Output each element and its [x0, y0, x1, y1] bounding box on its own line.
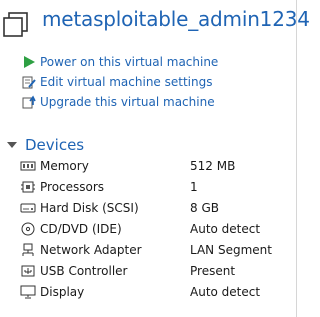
vm-title: metasploitable_admin1234: [42, 7, 310, 31]
device-name: Display: [40, 284, 85, 299]
power-on-label: Power on this virtual machine: [40, 55, 219, 69]
device-name: Processors: [40, 179, 105, 194]
device-value: Present: [190, 263, 236, 278]
play-icon: [24, 56, 35, 68]
device-value: 8 GB: [190, 200, 219, 215]
device-row-cd-dvd[interactable]: CD/DVD (IDE) Auto detect: [20, 218, 296, 239]
device-value: 1: [190, 179, 198, 194]
upgrade-label: Upgrade this virtual machine: [40, 95, 215, 109]
edit-settings-label: Edit virtual machine settings: [40, 75, 213, 89]
power-on-link[interactable]: Power on this virtual machine: [22, 52, 218, 72]
upgrade-link[interactable]: Upgrade this virtual machine: [22, 92, 218, 112]
chevron-down-icon: [7, 142, 17, 148]
devices-heading: Devices: [25, 136, 85, 154]
device-row-display[interactable]: Display Auto detect: [20, 281, 296, 302]
edit-settings-icon: [22, 76, 36, 89]
devices-list: Memory 512 MB Processors 1 Hard Disk (SC…: [20, 155, 296, 302]
memory-icon: [20, 161, 36, 170]
vm-header: metasploitable_admin1234: [0, 0, 310, 44]
device-value: 512 MB: [190, 158, 236, 173]
device-value: Auto detect: [190, 284, 261, 299]
cd-dvd-icon: [21, 222, 35, 235]
device-row-hard-disk[interactable]: Hard Disk (SCSI) 8 GB: [20, 197, 296, 218]
vm-actions: Power on this virtual machine Edit virtu…: [22, 52, 218, 112]
network-adapter-icon: [22, 243, 34, 256]
device-name: USB Controller: [40, 263, 128, 278]
device-value: LAN Segment: [190, 242, 272, 257]
display-icon: [20, 285, 36, 298]
device-row-network-adapter[interactable]: Network Adapter LAN Segment: [20, 239, 296, 260]
processor-icon: [21, 181, 35, 192]
upgrade-icon: [22, 95, 36, 109]
device-row-processors[interactable]: Processors 1: [20, 176, 296, 197]
device-name: Memory: [40, 158, 89, 173]
usb-icon: [21, 265, 35, 276]
device-row-usb[interactable]: USB Controller Present: [20, 260, 296, 281]
device-name: Network Adapter: [40, 242, 142, 257]
device-row-memory[interactable]: Memory 512 MB: [20, 155, 296, 176]
device-name: Hard Disk (SCSI): [40, 200, 139, 215]
hard-disk-icon: [20, 203, 36, 212]
virtual-machine-icon: [3, 12, 28, 37]
device-value: Auto detect: [190, 221, 261, 236]
device-name: CD/DVD (IDE): [40, 221, 122, 236]
devices-section-toggle[interactable]: Devices: [6, 135, 84, 155]
panel-divider: [296, 0, 297, 317]
edit-settings-link[interactable]: Edit virtual machine settings: [22, 72, 218, 92]
